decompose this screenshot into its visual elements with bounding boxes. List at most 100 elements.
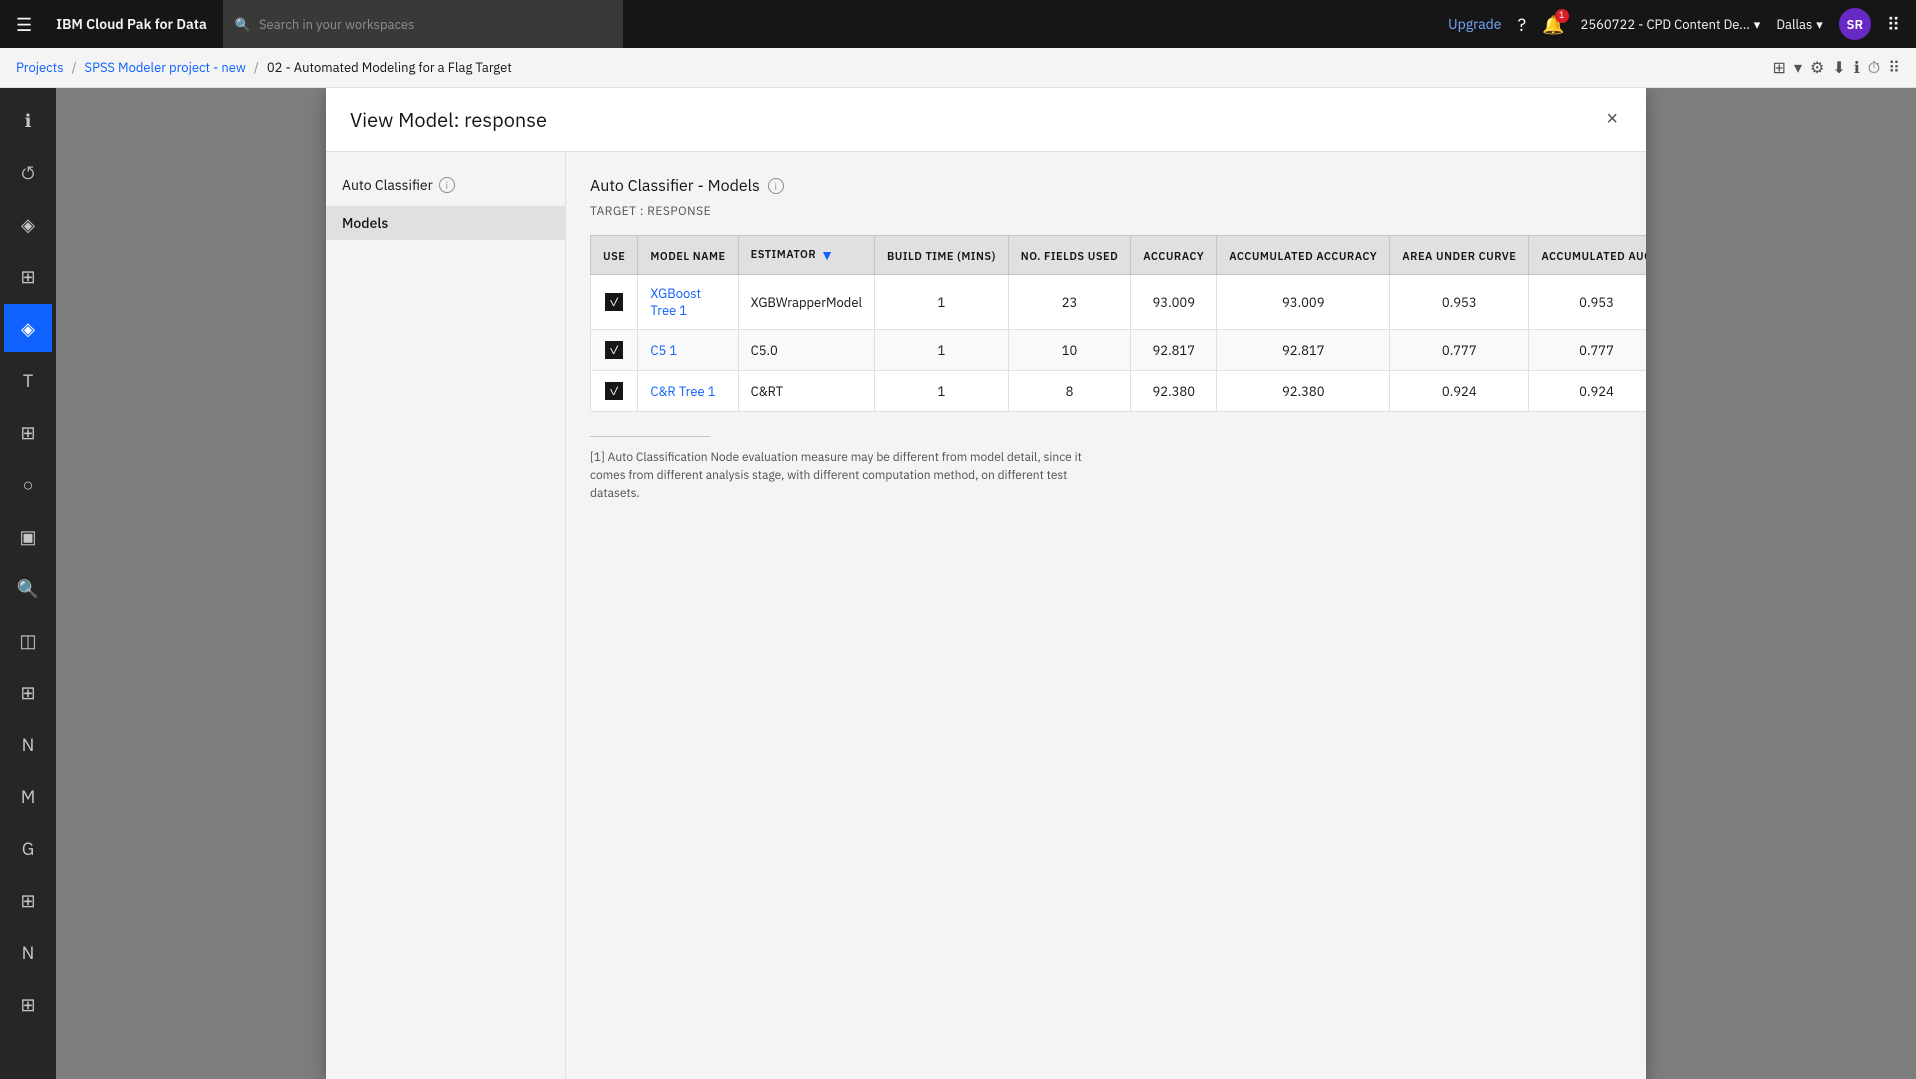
breadcrumb-sep-1: /	[72, 59, 77, 76]
col-accuracy: ACCURACY	[1131, 236, 1217, 275]
breadcrumb-actions: ⊞ ▾ ⚙ ⬇ ℹ ⏱ ⠿	[1773, 58, 1900, 78]
cell-no_fields_used-2: 8	[1008, 371, 1130, 412]
sidebar-item-assets[interactable]: 🔍	[4, 564, 52, 612]
use-checkbox-0[interactable]	[605, 293, 623, 311]
breadcrumb-project[interactable]: SPSS Modeler project - new	[85, 59, 246, 76]
sidebar-item-tools[interactable]: ⊞	[4, 252, 52, 300]
breadcrumb-current: 02 - Automated Modeling for a Flag Targe…	[267, 59, 512, 76]
cell-accumulated_auc-2: 0.924	[1529, 371, 1646, 412]
use-checkbox-2[interactable]	[605, 382, 623, 400]
nav-heading-info-icon[interactable]: i	[439, 177, 455, 193]
cell-build_time-1: 1	[875, 330, 1009, 371]
download-icon[interactable]: ⬇	[1832, 58, 1845, 78]
sidebar-item-table[interactable]: ⊞	[4, 408, 52, 456]
section-info-icon[interactable]: i	[768, 178, 784, 194]
sidebar-item-info[interactable]: ℹ	[4, 96, 52, 144]
region-chevron-icon: ▾	[1816, 16, 1823, 33]
footnote: [1] Auto Classification Node evaluation …	[590, 449, 1090, 503]
left-sidebar: ℹ ↺ ◈ ⊞ ◈ T ⊞ ○ ▣ 🔍 ◫ ⊞ N M G ⊞ N ⊞	[0, 88, 56, 1079]
modal-header: View Model: response ×	[326, 88, 1646, 152]
global-search[interactable]: 🔍 Search in your workspaces	[223, 0, 623, 48]
sidebar-item-recent[interactable]: ↺	[4, 148, 52, 196]
cell-accuracy-0: 93.009	[1131, 275, 1217, 330]
modal-sidebar-nav: Auto Classifier i Models	[326, 152, 566, 1079]
footnote-ref: [1]	[590, 450, 605, 465]
sidebar-item-g1[interactable]: G	[4, 824, 52, 872]
estimator-filter-icon[interactable]: ▼	[820, 246, 834, 264]
sidebar-item-data[interactable]: ◫	[4, 616, 52, 664]
sidebar-item-n1[interactable]: N	[4, 720, 52, 768]
hamburger-menu-icon[interactable]: ☰	[16, 13, 32, 36]
sidebar-item-m1[interactable]: M	[4, 772, 52, 820]
sidebar-item-settings[interactable]: T	[4, 356, 52, 404]
sidebar-item-outputs[interactable]: ○	[4, 460, 52, 508]
cell-accuracy-2: 92.380	[1131, 371, 1217, 412]
col-estimator-label: ESTIMATOR	[751, 248, 817, 262]
cell-build_time-2: 1	[875, 371, 1009, 412]
help-icon[interactable]: ?	[1518, 13, 1527, 36]
content-area: View Model: response × Auto Classifier i	[56, 88, 1916, 1079]
sidebar-item-models[interactable]: ◈	[4, 304, 52, 352]
footnote-text: Auto Classification Node evaluation meas…	[590, 450, 1082, 501]
table-row: C&R Tree 1C&RT1892.38092.3800.9240.9240.…	[591, 371, 1647, 412]
modal-nav-item-models[interactable]: Models	[326, 206, 565, 240]
sidebar-item-n2[interactable]: N	[4, 928, 52, 976]
account-selector[interactable]: 2560722 - CPD Content De... ▾	[1581, 16, 1761, 33]
app-switcher-icon[interactable]: ⠿	[1887, 13, 1900, 36]
cell-accumulated_auc-1: 0.777	[1529, 330, 1646, 371]
col-fields-used: NO. FIELDS USED	[1008, 236, 1130, 275]
modal-overlay: View Model: response × Auto Classifier i	[56, 88, 1916, 1079]
sidebar-item-table3[interactable]: ⊞	[4, 876, 52, 924]
use-checkbox-1[interactable]	[605, 341, 623, 359]
top-navigation: ☰ IBM Cloud Pak for Data 🔍 Search in you…	[0, 0, 1916, 48]
notification-badge: 1	[1555, 9, 1569, 23]
table-header-row: USE MODEL NAME ESTIMATOR ▼ BUILD TIME (M	[591, 236, 1647, 275]
notifications-icon[interactable]: 🔔 1	[1542, 13, 1564, 36]
cell-use-1	[591, 330, 638, 371]
breadcrumb-sep-2: /	[254, 59, 259, 76]
model-link-2[interactable]: C&R Tree 1	[650, 383, 715, 400]
user-avatar[interactable]: SR	[1839, 8, 1871, 40]
sidebar-item-favorites[interactable]: ◈	[4, 200, 52, 248]
col-area-under-curve: AREA UNDER CURVE	[1390, 236, 1529, 275]
cell-accumulated_accuracy-1: 92.817	[1217, 330, 1390, 371]
account-name: 2560722 - CPD Content De...	[1581, 16, 1750, 33]
sidebar-item-table4[interactable]: ⊞	[4, 980, 52, 1028]
history-icon[interactable]: ⏱	[1868, 58, 1880, 78]
col-accumulated-accuracy: ACCUMULATED ACCURACY	[1217, 236, 1390, 275]
cell-model-name-0: XGBoost Tree 1	[638, 275, 738, 330]
modal-title: View Model: response	[350, 106, 547, 133]
nav-heading-label: Auto Classifier	[342, 176, 433, 194]
cell-accuracy-1: 92.817	[1131, 330, 1217, 371]
cell-use-2	[591, 371, 638, 412]
cell-area_under_curve-1: 0.777	[1390, 330, 1529, 371]
more-icon[interactable]: ⠿	[1888, 58, 1900, 78]
breadcrumb-chevron-icon[interactable]: ▾	[1794, 58, 1802, 78]
sidebar-item-table2[interactable]: ⊞	[4, 668, 52, 716]
view-toggle-icon[interactable]: ⊞	[1773, 58, 1786, 78]
model-link-1[interactable]: C5 1	[650, 342, 677, 359]
modal-nav-heading: Auto Classifier i	[342, 176, 549, 194]
cell-no_fields_used-1: 10	[1008, 330, 1130, 371]
search-placeholder: Search in your workspaces	[259, 16, 414, 33]
cell-build_time-0: 1	[875, 275, 1009, 330]
cell-area_under_curve-0: 0.953	[1390, 275, 1529, 330]
cell-no_fields_used-0: 23	[1008, 275, 1130, 330]
cell-use-0	[591, 275, 638, 330]
target-label: TARGET : RESPONSE	[590, 204, 1622, 219]
sidebar-item-tasks[interactable]: ▣	[4, 512, 52, 560]
cell-model-name-2: C&R Tree 1	[638, 371, 738, 412]
cell-model-name-1: C5 1	[638, 330, 738, 371]
upgrade-link[interactable]: Upgrade	[1448, 15, 1501, 33]
info-icon[interactable]: ℹ	[1854, 58, 1860, 78]
settings-icon[interactable]: ⚙	[1810, 58, 1824, 78]
col-accumulated-auc: ACCUMULATED AUC	[1529, 236, 1646, 275]
account-chevron-icon: ▾	[1754, 16, 1761, 33]
breadcrumb-projects[interactable]: Projects	[16, 59, 64, 76]
model-link-0[interactable]: XGBoost Tree 1	[650, 285, 701, 319]
col-build-time: BUILD TIME (MINS)	[875, 236, 1009, 275]
modal-close-button[interactable]: ×	[1602, 104, 1622, 135]
col-estimator[interactable]: ESTIMATOR ▼	[738, 236, 874, 275]
cell-estimator-0: XGBWrapperModel	[738, 275, 874, 330]
region-selector[interactable]: Dallas ▾	[1776, 16, 1822, 33]
